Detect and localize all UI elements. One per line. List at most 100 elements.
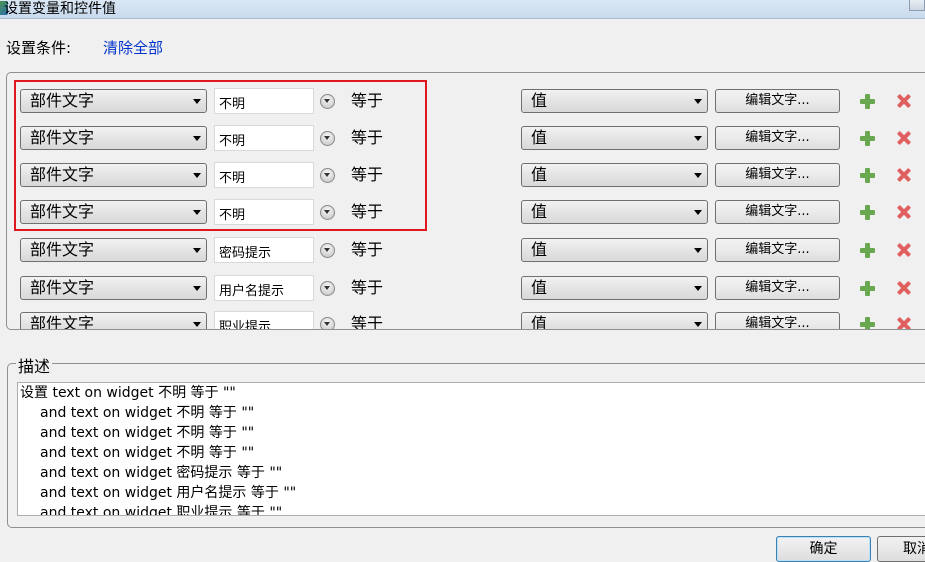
value-type-select[interactable]: 值 (521, 163, 708, 187)
add-icon[interactable] (859, 130, 875, 146)
edit-text-button[interactable]: 编辑文字... (715, 163, 840, 187)
value-type-select[interactable]: 值 (521, 238, 708, 262)
condition-row: 部件文字 不明 等于 值 编辑文字... (7, 162, 925, 191)
source-select[interactable]: 部件文字 (20, 163, 207, 187)
source-select[interactable]: 部件文字 (20, 238, 207, 262)
condition-row: 部件文字 用户名提示 等于 值 编辑文字... (7, 275, 925, 304)
edit-text-button[interactable]: 编辑文字... (715, 89, 840, 113)
source-select[interactable]: 部件文字 (20, 200, 207, 224)
add-icon[interactable] (859, 93, 875, 109)
delete-icon[interactable] (896, 167, 912, 183)
edit-text-button[interactable]: 编辑文字... (715, 312, 840, 329)
delete-icon[interactable] (896, 316, 912, 329)
source-select-value: 部件文字 (30, 202, 95, 221)
source-select-value: 部件文字 (30, 278, 95, 297)
conditions-label: 设置条件: (6, 39, 72, 57)
source-select[interactable]: 部件文字 (20, 126, 207, 150)
chevron-down-icon (694, 173, 702, 178)
source-select-value: 部件文字 (30, 165, 95, 184)
operator-label: 等于 (351, 240, 384, 259)
title-bar: 设置变量和控件值 (0, 0, 925, 19)
chevron-down-icon (694, 286, 702, 291)
chevron-down-icon (193, 322, 201, 327)
description-text-area[interactable]: 设置 text on widget 不明 等于 "" and text on wi… (17, 382, 925, 516)
value-type-select-value: 值 (531, 202, 548, 221)
widget-field[interactable]: 不明 (214, 162, 314, 188)
ok-button[interactable]: 确定 (776, 536, 871, 562)
description-line: and text on widget 不明 等于 "" (40, 405, 255, 421)
widget-dropdown-icon[interactable] (320, 205, 335, 220)
widget-field[interactable]: 密码提示 (214, 237, 314, 263)
delete-icon[interactable] (896, 242, 912, 258)
edit-text-button[interactable]: 编辑文字... (715, 200, 840, 224)
delete-icon[interactable] (896, 130, 912, 146)
chevron-down-icon (193, 173, 201, 178)
value-type-select[interactable]: 值 (521, 312, 708, 330)
value-type-select[interactable]: 值 (521, 200, 708, 224)
widget-dropdown-icon[interactable] (320, 168, 335, 183)
source-select[interactable]: 部件文字 (20, 312, 207, 330)
description-line: 设置 text on widget 不明 等于 "" (20, 385, 236, 401)
add-icon[interactable] (859, 204, 875, 220)
chevron-down-icon (694, 322, 702, 327)
widget-dropdown-icon[interactable] (320, 243, 335, 258)
description-legend: 描述 (16, 353, 53, 377)
source-select-value: 部件文字 (30, 240, 95, 259)
source-select[interactable]: 部件文字 (20, 276, 207, 300)
add-icon[interactable] (859, 316, 875, 329)
add-icon[interactable] (859, 280, 875, 296)
widget-field[interactable]: 不明 (214, 125, 314, 151)
chevron-down-icon (193, 286, 201, 291)
widget-field[interactable]: 职业提示 (214, 311, 314, 329)
edit-text-button[interactable]: 编辑文字... (715, 126, 840, 150)
source-select[interactable]: 部件文字 (20, 89, 207, 113)
value-type-select-value: 值 (531, 128, 548, 147)
chevron-down-icon (193, 210, 201, 215)
operator-label: 等于 (351, 91, 384, 110)
window-title: 设置变量和控件值 (4, 1, 116, 17)
chevron-down-icon (694, 210, 702, 215)
value-type-select[interactable]: 值 (521, 276, 708, 300)
value-type-select[interactable]: 值 (521, 126, 708, 150)
value-type-select-value: 值 (531, 91, 548, 110)
condition-row: 部件文字 不明 等于 值 编辑文字... (7, 125, 925, 154)
source-select-value: 部件文字 (30, 91, 95, 110)
condition-row: 部件文字 不明 等于 值 编辑文字... (7, 199, 925, 228)
widget-field[interactable]: 用户名提示 (214, 275, 314, 301)
close-window-button[interactable] (909, 0, 925, 11)
chevron-down-icon (193, 248, 201, 253)
widget-dropdown-icon[interactable] (320, 317, 335, 329)
widget-dropdown-icon[interactable] (320, 281, 335, 296)
operator-label: 等于 (351, 314, 384, 330)
clear-all-link[interactable]: 清除全部 (103, 37, 163, 58)
operator-label: 等于 (351, 128, 384, 147)
add-icon[interactable] (859, 167, 875, 183)
delete-icon[interactable] (896, 204, 912, 220)
edit-text-button[interactable]: 编辑文字... (715, 276, 840, 300)
operator-label: 等于 (351, 278, 384, 297)
source-select-value: 部件文字 (30, 314, 95, 330)
edit-text-button[interactable]: 编辑文字... (715, 238, 840, 262)
condition-row: 部件文字 不明 等于 值 编辑文字... (7, 88, 925, 117)
condition-row: 部件文字 职业提示 等于 值 编辑文字... (7, 311, 925, 330)
chevron-down-icon (193, 99, 201, 104)
chevron-down-icon (694, 136, 702, 141)
widget-field[interactable]: 不明 (214, 88, 314, 114)
description-line: and text on widget 不明 等于 "" (40, 425, 255, 441)
delete-icon[interactable] (896, 280, 912, 296)
widget-field[interactable]: 不明 (214, 199, 314, 225)
source-select-value: 部件文字 (30, 128, 95, 147)
chevron-down-icon (694, 248, 702, 253)
value-type-select[interactable]: 值 (521, 89, 708, 113)
operator-label: 等于 (351, 165, 384, 184)
value-type-select-value: 值 (531, 314, 548, 330)
description-line: and text on widget 不明 等于 "" (40, 445, 255, 461)
value-type-select-value: 值 (531, 240, 548, 259)
widget-dropdown-icon[interactable] (320, 131, 335, 146)
cancel-button[interactable]: 取消 (877, 536, 925, 562)
delete-icon[interactable] (896, 93, 912, 109)
add-icon[interactable] (859, 242, 875, 258)
chevron-down-icon (193, 136, 201, 141)
widget-dropdown-icon[interactable] (320, 94, 335, 109)
description-line: and text on widget 密码提示 等于 "" (40, 465, 283, 481)
